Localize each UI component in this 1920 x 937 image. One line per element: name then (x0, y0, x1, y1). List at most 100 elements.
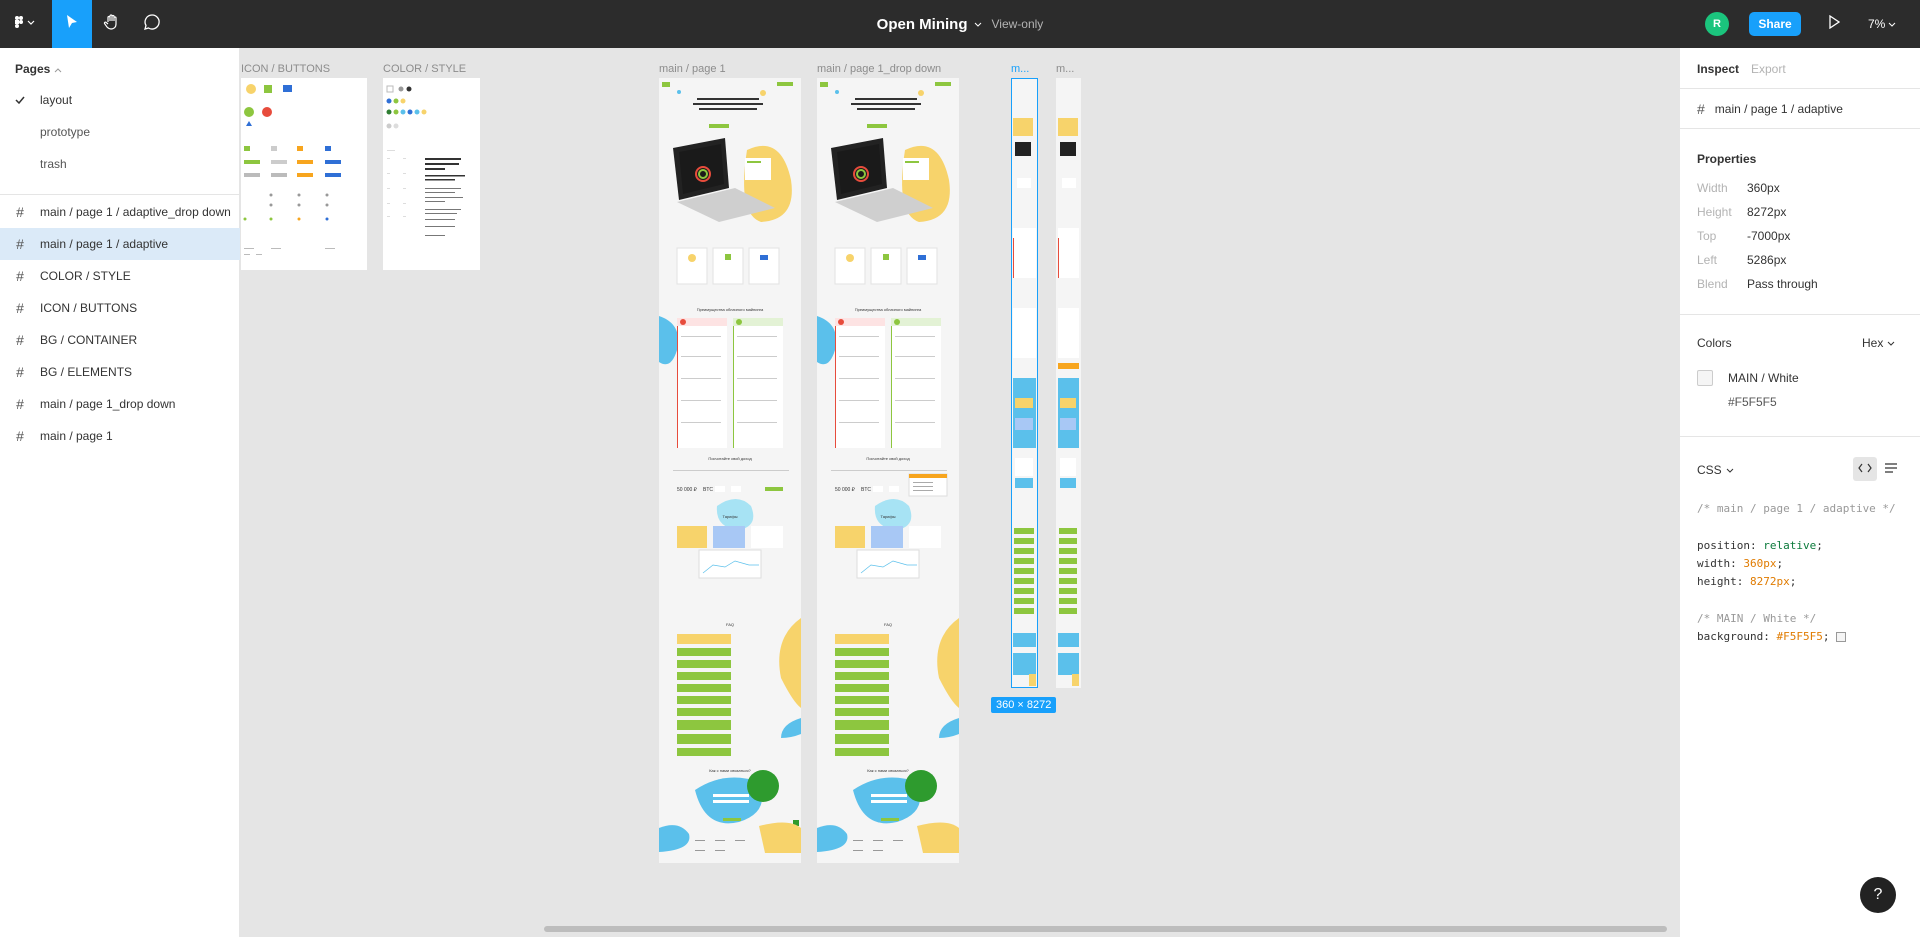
page-item-layout[interactable]: layout (0, 84, 240, 116)
inspect-panel: Inspect Export # main / page 1 / adaptiv… (1679, 48, 1920, 937)
frame-icon: # (16, 428, 24, 444)
layer-item-selected[interactable]: # main / page 1 / adaptive (0, 228, 240, 260)
zoom-dropdown[interactable]: 7% (1868, 0, 1896, 48)
comment-tool-button[interactable] (132, 0, 172, 48)
frame-label-adaptive-drop-down[interactable]: m... (1056, 63, 1074, 75)
css-value: relative (1763, 539, 1817, 552)
pages-header[interactable]: Pages (15, 62, 62, 76)
chevron-down-icon (1887, 336, 1895, 350)
selection-outline (1011, 78, 1038, 688)
color-swatch-inline (1836, 632, 1847, 642)
move-tool-button[interactable] (52, 0, 92, 48)
frame-main-page-1-adaptive-drop-down[interactable] (1056, 78, 1081, 688)
page-item-trash[interactable]: trash (0, 148, 240, 180)
main-page-1-thumbnail: Преимущества облачного майнинга Посчитай… (659, 82, 801, 853)
panel-divider (1680, 88, 1920, 89)
frame-main-page-1-drop-down[interactable]: Преимущества облачного майнинга Посчитай… (817, 78, 959, 863)
prop-value[interactable]: -7000px (1747, 229, 1790, 243)
page-label: trash (40, 157, 67, 171)
hand-tool-button[interactable] (92, 0, 132, 48)
code-view-button[interactable] (1853, 457, 1877, 481)
benefits-title: Преимущества облачного майнинга (855, 307, 922, 312)
frame-label-icon-buttons[interactable]: ICON / BUTTONS (241, 63, 330, 75)
list-view-button[interactable] (1879, 457, 1903, 481)
rates-title: Тарифы (880, 514, 895, 519)
css-line-position[interactable]: position: relative; (1697, 539, 1823, 552)
layer-item[interactable]: # main / page 1 (0, 420, 240, 452)
properties-title: Properties (1697, 152, 1757, 166)
document-title[interactable]: Open Mining (877, 16, 968, 33)
horizontal-scrollbar[interactable] (544, 926, 1667, 932)
css-line-height[interactable]: height: 8272px; (1697, 575, 1796, 588)
frame-icon: # (16, 268, 24, 284)
prop-key: Top (1697, 229, 1717, 243)
frame-icon: # (1697, 101, 1705, 117)
layer-label: main / page 1 (40, 429, 113, 443)
tab-inspect[interactable]: Inspect (1697, 62, 1739, 76)
document-title-group[interactable]: Open Mining View-only (877, 15, 1044, 33)
comment-tool-icon (143, 13, 161, 36)
layer-item[interactable]: # main / page 1_drop down (0, 388, 240, 420)
prop-value[interactable]: 8272px (1747, 205, 1786, 219)
css-value: 8272px (1749, 575, 1790, 588)
selected-layer-name: # main / page 1 / adaptive (1697, 101, 1843, 117)
page-label: layout (40, 93, 73, 107)
benefits-title: Преимущества облачного майнинга (697, 307, 764, 312)
css-value: #F5F5F5 (1776, 630, 1823, 643)
css-comment-layer[interactable]: /* main / page 1 / adaptive */ (1697, 502, 1896, 515)
frame-label-main-page-1-drop-down[interactable]: main / page 1_drop down (817, 63, 941, 75)
chevron-up-icon (54, 62, 62, 76)
help-button[interactable]: ? (1860, 877, 1896, 913)
page-label: prototype (40, 125, 91, 139)
layer-label: main / page 1 / adaptive (40, 237, 169, 251)
move-tool-icon (65, 14, 79, 35)
frame-icon: # (16, 204, 24, 220)
frame-label-main-page-1[interactable]: main / page 1 (659, 63, 726, 75)
checkmark-icon (0, 96, 40, 104)
user-avatar[interactable]: R (1705, 12, 1729, 36)
color-swatch[interactable] (1697, 370, 1713, 386)
main-menu-button[interactable] (0, 0, 48, 48)
css-line-background[interactable]: background: #F5F5F5; (1697, 630, 1847, 643)
frame-icon: # (16, 300, 24, 316)
frame-label-adaptive[interactable]: m... (1011, 63, 1029, 75)
color-style-name[interactable]: MAIN / White (1728, 371, 1799, 385)
frame-icon: # (16, 236, 24, 252)
layer-item[interactable]: # ICON / BUTTONS (0, 292, 240, 324)
hand-tool-icon (103, 13, 121, 36)
calc-value-amount: 50 000 ₽ (835, 487, 856, 493)
prop-key: Width (1697, 181, 1728, 195)
frame-label-color-style[interactable]: COLOR / STYLE (383, 63, 466, 75)
prop-value[interactable]: 360px (1747, 181, 1780, 195)
layer-item[interactable]: # main / page 1 / adaptive_drop down (0, 196, 240, 228)
tab-export[interactable]: Export (1751, 62, 1786, 76)
page-item-prototype[interactable]: prototype (0, 116, 240, 148)
code-language-dropdown[interactable]: CSS (1697, 463, 1734, 477)
prop-key: Height (1697, 205, 1732, 219)
rates-title: Тарифы (722, 514, 737, 519)
frame-main-page-1[interactable]: Преимущества облачного майнинга Посчитай… (659, 78, 801, 863)
panel-divider (1680, 436, 1920, 437)
layer-item[interactable]: # BG / ELEMENTS (0, 356, 240, 388)
code-language-value: CSS (1697, 463, 1722, 477)
calc-value-amount: 50 000 ₽ (677, 487, 698, 493)
frame-icon-buttons[interactable] (241, 78, 367, 270)
frame-color-style[interactable] (383, 78, 480, 270)
prop-value[interactable]: 5286px (1747, 253, 1786, 267)
css-comment-color[interactable]: /* MAIN / White */ (1697, 612, 1816, 625)
selection-size-badge: 360 × 8272 (991, 697, 1057, 713)
layer-item[interactable]: # BG / CONTAINER (0, 324, 240, 356)
design-canvas[interactable]: ICON / BUTTONS COLOR / STYLE main / page… (241, 48, 1679, 937)
css-line-width[interactable]: width: 360px; (1697, 557, 1783, 570)
css-comment: /* main / page 1 / adaptive */ (1697, 502, 1896, 515)
main-page-1-drop-down-thumbnail: Преимущества облачного майнинга Посчитай… (817, 82, 959, 853)
contact-title: Как с нами связаться? (867, 768, 909, 773)
code-icon (1858, 460, 1872, 478)
prop-value[interactable]: Pass through (1747, 277, 1818, 291)
present-button[interactable] (1822, 12, 1846, 36)
chevron-down-icon[interactable] (974, 15, 982, 33)
color-hex-value[interactable]: #F5F5F5 (1728, 395, 1777, 409)
layer-item[interactable]: # COLOR / STYLE (0, 260, 240, 292)
color-format-dropdown[interactable]: Hex (1862, 336, 1895, 350)
share-button[interactable]: Share (1749, 12, 1801, 36)
